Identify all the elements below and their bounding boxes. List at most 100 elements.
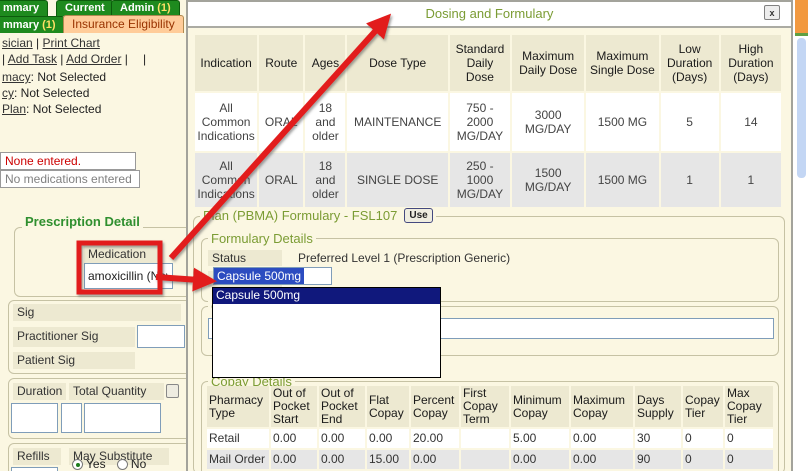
table-cell: 0.00 (571, 429, 633, 448)
add-order-link[interactable]: Add Order (66, 52, 121, 66)
no-medications-box: No medications entered (0, 170, 140, 188)
table-cell: 0 (683, 450, 723, 469)
medication-form-dropdown-list: Capsule 500mg (212, 287, 441, 378)
table-cell: 0.00 (319, 450, 365, 469)
may-substitute-radios: Yes No (72, 457, 146, 471)
table-cell (461, 450, 509, 469)
table-cell: 1500 MG/DAY (512, 153, 584, 207)
column-header: Copay Tier (683, 386, 723, 427)
medication-form-combobox[interactable]: Capsule 500mg (213, 267, 332, 285)
table-cell: 0 (725, 429, 773, 448)
plan-link[interactable]: Plan (2, 102, 26, 116)
close-icon[interactable]: x (764, 5, 780, 20)
copay-row-retail: Retail 0.00 0.00 0.00 20.00 5.00 0.00 30… (207, 429, 773, 448)
plan-formulary-legend: Plan (PBMA) Formulary - FSL107 Use (200, 208, 436, 223)
tab-summary-top[interactable]: mmary (0, 0, 48, 16)
status-text: : Not Selected (14, 86, 89, 100)
table-cell: 18 and older (305, 153, 345, 207)
tab-insurance-eligibility[interactable]: Insurance Eligibility (63, 15, 184, 33)
plan-legend-text: Plan (PBMA) Formulary - FSL107 (203, 208, 397, 223)
prescription-detail-title: Prescription Detail (22, 214, 143, 229)
emr-screen: mmary Current Admin(1) mmary(1) Insuranc… (0, 0, 808, 471)
scrollbar-thumb[interactable] (797, 38, 806, 178)
add-task-link[interactable]: Add Task (8, 52, 57, 66)
table-cell: 750 - 2000 MG/DAY (450, 93, 510, 151)
tab-label: Admin (120, 2, 154, 14)
column-header: Dose Type (347, 35, 447, 91)
column-header: Pharmacy Type (207, 386, 269, 427)
quantity-calculator-button[interactable] (166, 384, 179, 398)
agency-link[interactable]: cy (2, 86, 14, 100)
table-cell: 5.00 (511, 429, 569, 448)
dropdown-item[interactable]: Capsule 500mg (213, 288, 440, 304)
tab-count-badge: (1) (157, 2, 170, 14)
sig-header: Sig (13, 304, 181, 321)
refills-input[interactable] (11, 467, 58, 471)
table-cell: 1500 MG (586, 93, 658, 151)
none-entered-box: None entered. (0, 152, 136, 170)
table-cell: 14 (721, 93, 781, 151)
combobox-selected-text: Capsule 500mg (214, 268, 304, 284)
table-cell: ORAL (259, 153, 303, 207)
table-cell: 0.00 (319, 429, 365, 448)
practitioner-sig-label: Practitioner Sig (13, 327, 135, 347)
column-header: Minimum Copay (511, 386, 569, 427)
print-chart-link[interactable]: Print Chart (43, 36, 100, 50)
separator: | (36, 36, 39, 50)
quantity-value-input[interactable] (61, 403, 82, 433)
practitioner-sig-input[interactable] (137, 325, 185, 348)
column-header: Low Duration (Days) (661, 35, 719, 91)
tab-label: Insurance Eligibility (72, 17, 175, 31)
dosing-row-maintenance[interactable]: All Common Indications ORAL 18 and older… (195, 93, 781, 151)
yes-radio[interactable] (72, 459, 83, 470)
table-cell: 250 - 1000 MG/DAY (450, 153, 510, 207)
tab-admin[interactable]: Admin(1) (111, 0, 180, 16)
table-cell: 3000 MG/DAY (512, 93, 584, 151)
status-value: Preferred Level 1 (Prescription Generic) (298, 251, 510, 265)
copay-header-row: Pharmacy Type Out of Pocket Start Out of… (207, 386, 773, 427)
table-cell: 1500 MG (586, 153, 658, 207)
dosing-row-single-dose[interactable]: All Common Indications ORAL 18 and older… (195, 153, 781, 207)
right-scroll-strip (793, 0, 808, 471)
duration-label: Duration (13, 383, 66, 400)
table-cell: 15.00 (367, 450, 409, 469)
column-header: Out of Pocket End (319, 386, 365, 427)
status-label: Status (208, 250, 282, 266)
table-cell (461, 429, 509, 448)
orange-edge-block (795, 0, 808, 33)
no-radio-label: No (131, 457, 146, 471)
tab-summary-sub[interactable]: mmary(1) (0, 16, 65, 33)
plan-status-line: Plan: Not Selected (2, 102, 101, 116)
table-cell: 1 (721, 153, 781, 207)
duration-input[interactable] (11, 403, 58, 433)
pharmacy-link[interactable]: macy (2, 70, 31, 84)
table-cell: 0.00 (571, 450, 633, 469)
table-cell: 90 (635, 450, 681, 469)
column-header: Maximum Single Dose (586, 35, 658, 91)
table-cell: 0.00 (271, 429, 317, 448)
dosing-formulary-dialog: Dosing and Formulary x Indication Route … (186, 0, 793, 471)
table-cell: SINGLE DOSE (347, 153, 447, 207)
table-cell: ORAL (259, 93, 303, 151)
quantity-unit-input[interactable] (84, 403, 161, 433)
dosing-header-row: Indication Route Ages Dose Type Standard… (195, 35, 781, 91)
tab-current[interactable]: Current (56, 0, 114, 16)
copay-row-mail-order: Mail Order 0.00 0.00 15.00 0.00 0.00 0.0… (207, 450, 773, 469)
medication-input[interactable] (84, 263, 173, 289)
column-header: First Copay Term (461, 386, 509, 427)
table-cell: All Common Indications (195, 93, 257, 151)
table-cell: 0 (725, 450, 773, 469)
table-cell: 0.00 (367, 429, 409, 448)
column-header: Route (259, 35, 303, 91)
copay-table: Pharmacy Type Out of Pocket Start Out of… (205, 384, 775, 471)
table-cell: All Common Indications (195, 153, 257, 207)
no-radio[interactable] (117, 459, 128, 470)
use-button[interactable]: Use (404, 208, 432, 223)
patient-sig-label: Patient Sig (13, 352, 135, 369)
task-order-links-line: | Add Task | Add Order | (2, 52, 128, 66)
tab-label: Current (65, 2, 105, 14)
status-text: : Not Selected (26, 102, 101, 116)
column-header: Out of Pocket Start (271, 386, 317, 427)
physician-link[interactable]: sician (2, 36, 33, 50)
table-cell: Mail Order (207, 450, 269, 469)
